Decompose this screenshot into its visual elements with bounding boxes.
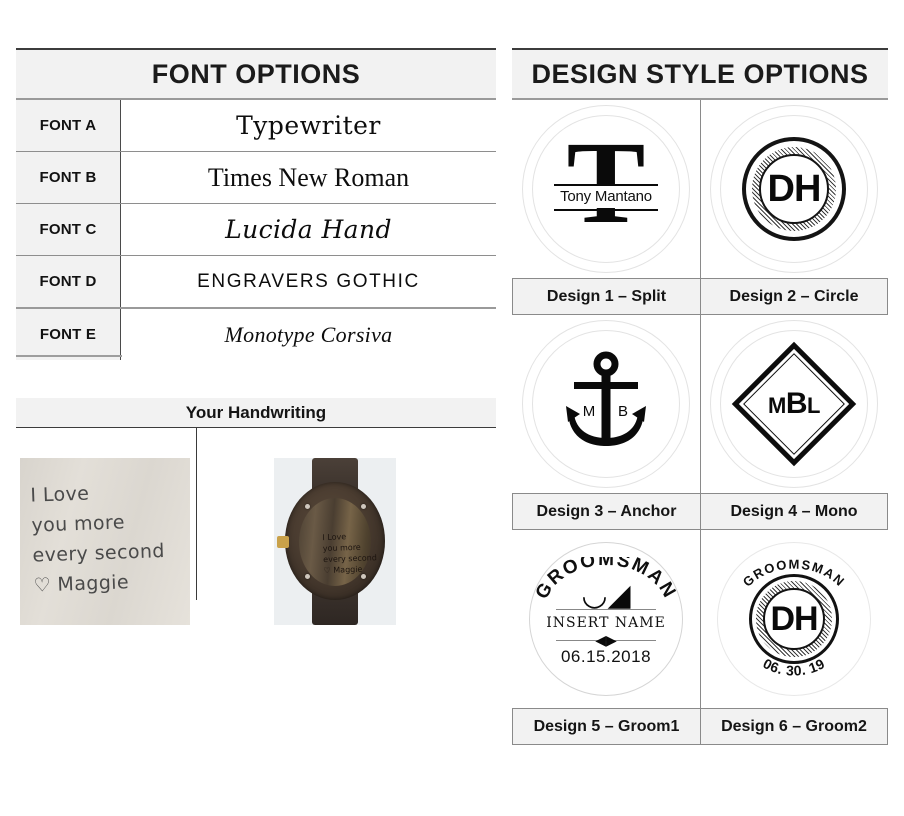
- design-art-circle: DH: [700, 100, 888, 278]
- design-art-groom2: GROOMSMAN DH 06. 30. 19: [700, 530, 888, 708]
- watch-screw-icon: [361, 504, 366, 509]
- design-style-options-title: DESIGN STYLE OPTIONS: [531, 58, 869, 89]
- design-art-split: T Tony Mantano: [512, 100, 700, 278]
- font-table-bottom-rule: [16, 355, 122, 357]
- handwriting-title: Your Handwriting: [185, 402, 327, 422]
- split-rule-bottom: [554, 209, 658, 211]
- groomsman-date-svg-2: 06. 30. 19: [760, 655, 827, 678]
- diamond-monogram-text: MBL: [768, 387, 820, 421]
- font-row[interactable]: FONT D Engravers Gothic: [16, 256, 496, 309]
- badge-rule-top: [556, 609, 656, 610]
- font-row[interactable]: FONT E Monotype Corsiva: [16, 309, 496, 360]
- design-label-row-2: Design 3 – Anchor Design 4 – Mono: [512, 493, 888, 530]
- design-cell-4[interactable]: MBL: [700, 315, 888, 493]
- mono-initial-2: B: [785, 387, 808, 420]
- bowtie-icon: ◀▶: [595, 632, 617, 648]
- font-row-sample: Times New Roman: [207, 162, 410, 192]
- font-options-header: FONT OPTIONS: [16, 48, 496, 100]
- anchor-icon: M B: [546, 344, 666, 464]
- handwriting-note-text: I Love you more every second ♡ Maggie: [30, 475, 184, 600]
- font-row-label: FONT E: [16, 309, 121, 360]
- font-row-sample: Typewriter: [236, 111, 381, 140]
- mono-initial-1: M: [768, 393, 786, 418]
- design-style-options-header: DESIGN STYLE OPTIONS: [512, 48, 888, 100]
- design-art-groom1: GROOMSMAN ◡◢ INSERT NAME ◀▶ 06.15.2018: [512, 530, 700, 708]
- handwriting-header: Your Handwriting: [16, 398, 496, 428]
- handwriting-panel: Your Handwriting I Love you more every s…: [16, 398, 496, 625]
- font-options-panel: FONT OPTIONS FONT A Typewriter FONT B Ti…: [16, 48, 496, 360]
- watch-screw-icon: [361, 574, 366, 579]
- engraving-line: ♡ Maggie: [323, 564, 363, 576]
- design-cell-1[interactable]: T Tony Mantano: [512, 100, 700, 278]
- anchor-left-initial: M: [583, 403, 596, 420]
- design-style-options-panel: DESIGN STYLE OPTIONS T Tony Mantano DH D…: [512, 48, 888, 745]
- split-name: Tony Mantano: [546, 186, 666, 208]
- font-row[interactable]: FONT A Typewriter: [16, 100, 496, 152]
- design-label-3[interactable]: Design 3 – Anchor: [513, 494, 700, 529]
- note-line: ♡ Maggie: [33, 571, 130, 597]
- watch-crown: [277, 536, 289, 548]
- font-row-label: FONT A: [16, 100, 121, 151]
- design-label-1[interactable]: Design 1 – Split: [513, 279, 700, 314]
- design-art-mono: MBL: [700, 315, 888, 493]
- font-row-sample: Monotype Corsiva: [224, 321, 393, 347]
- font-row[interactable]: FONT B Times New Roman: [16, 152, 496, 204]
- watch-case-back: I Love you more every second ♡ Maggie: [299, 498, 377, 586]
- watch-screw-icon: [305, 504, 310, 509]
- design-label-4[interactable]: Design 4 – Mono: [700, 494, 887, 529]
- split-monogram-icon: T Tony Mantano: [546, 124, 666, 244]
- mustache-icon: ◡◢: [581, 579, 631, 612]
- font-row-sample: Engravers Gothic: [197, 270, 420, 292]
- groomsman-badge-2-icon: GROOMSMAN DH 06. 30. 19: [717, 542, 871, 696]
- watch-screw-icon: [305, 574, 310, 579]
- design-row: T Tony Mantano DH: [512, 100, 888, 278]
- font-row[interactable]: FONT C Lucida Hand: [16, 204, 496, 256]
- handwriting-divider: [196, 428, 197, 600]
- font-row-sample: Lucida Hand: [225, 215, 392, 244]
- design-row: GROOMSMAN ◡◢ INSERT NAME ◀▶ 06.15.2018 G…: [512, 530, 888, 708]
- groomsman-date-1: 06.15.2018: [560, 647, 652, 666]
- split-letter: T: [566, 117, 646, 248]
- design-cell-6[interactable]: GROOMSMAN DH 06. 30. 19: [700, 530, 888, 708]
- font-options-title: FONT OPTIONS: [151, 58, 361, 89]
- design-cell-3[interactable]: M B: [512, 315, 700, 493]
- circle-monogram-icon: DH: [742, 137, 846, 241]
- anchor-right-initial: B: [618, 403, 628, 420]
- design-label-2[interactable]: Design 2 – Circle: [700, 279, 887, 314]
- circle-monogram-text: DH: [767, 167, 822, 210]
- groomsman-badge-1-icon: GROOMSMAN ◡◢ INSERT NAME ◀▶ 06.15.2018: [529, 542, 683, 696]
- design-label-5[interactable]: Design 5 – Groom1: [513, 709, 700, 744]
- handwriting-note-photo: I Love you more every second ♡ Maggie: [20, 458, 190, 625]
- font-row-label: FONT C: [16, 204, 121, 255]
- design-art-anchor: M B: [512, 315, 700, 493]
- engraved-watch-photo: I Love you more every second ♡ Maggie: [274, 458, 396, 625]
- design-label-row-1: Design 1 – Split Design 2 – Circle: [512, 278, 888, 315]
- font-row-label: FONT D: [16, 256, 121, 307]
- note-line: every second: [32, 539, 166, 567]
- design-label-6[interactable]: Design 6 – Groom2: [700, 709, 887, 744]
- svg-text:06. 30. 19: 06. 30. 19: [760, 655, 827, 678]
- groomsman-date-text-2: 06. 30. 19: [760, 655, 827, 678]
- groomsman-monogram-text: DH: [770, 599, 818, 638]
- mono-initial-3: L: [807, 393, 820, 418]
- design-label-row-3: Design 5 – Groom1 Design 6 – Groom2: [512, 708, 888, 745]
- groomsman-name-1: INSERT NAME: [546, 615, 666, 631]
- handwriting-body: I Love you more every second ♡ Maggie I …: [16, 428, 496, 625]
- font-row-label: FONT B: [16, 152, 121, 203]
- design-cell-5[interactable]: GROOMSMAN ◡◢ INSERT NAME ◀▶ 06.15.2018: [512, 530, 700, 708]
- design-row: M B MBL: [512, 315, 888, 493]
- watch-engraving-text: I Love you more every second ♡ Maggie: [322, 530, 385, 576]
- design-cell-2[interactable]: DH: [700, 100, 888, 278]
- watch-case: I Love you more every second ♡ Maggie: [285, 482, 385, 600]
- diamond-monogram-icon: MBL: [731, 341, 857, 467]
